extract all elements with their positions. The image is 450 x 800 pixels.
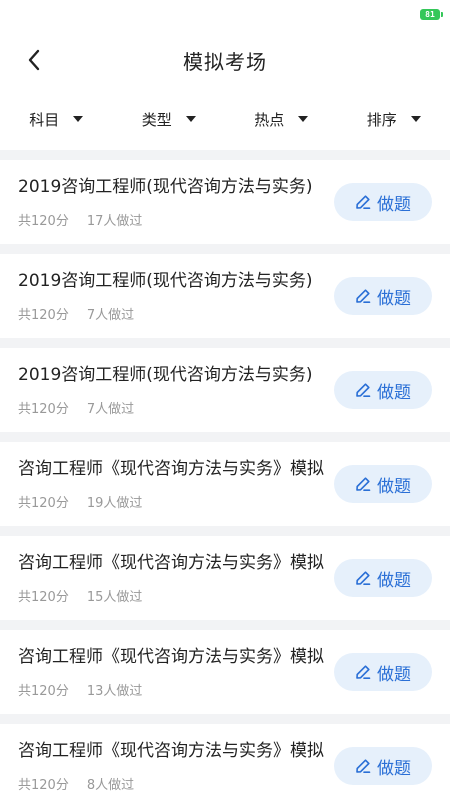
filter-label: 类型 xyxy=(141,110,172,129)
exam-attempt-count: 13人做过 xyxy=(86,683,143,699)
do-exam-label: 做题 xyxy=(377,570,411,591)
exam-title: 2019咨询工程师(现代咨询方法与实务) xyxy=(18,176,313,197)
pencil-icon xyxy=(356,759,371,773)
exam-meta: 共120分 7人做过 xyxy=(18,398,334,417)
exam-info: 2019咨询工程师(现代咨询方法与实务) 共120分 17人做过 xyxy=(18,176,334,229)
do-exam-label: 做题 xyxy=(377,476,411,497)
exam-total-score: 共120分 xyxy=(18,307,69,323)
do-exam-label: 做题 xyxy=(377,194,411,215)
exam-meta: 共120分 19人做过 xyxy=(18,492,334,511)
exam-info: 咨询工程师《现代咨询方法与实务》模拟 共120分 15人做过 xyxy=(18,552,334,605)
exam-total-score: 共120分 xyxy=(18,401,69,417)
exam-total-score: 共120分 xyxy=(18,495,69,511)
filter-label: 排序 xyxy=(366,110,397,129)
exam-info: 咨询工程师《现代咨询方法与实务》模拟 共120分 8人做过 xyxy=(18,740,334,793)
exam-info: 咨询工程师《现代咨询方法与实务》模拟 共120分 19人做过 xyxy=(18,458,334,511)
nav-bar: 模拟考场 xyxy=(0,32,450,88)
battery-level: 81 xyxy=(425,9,435,19)
caret-down-icon xyxy=(73,116,84,122)
exam-card[interactable]: 咨询工程师《现代咨询方法与实务》模拟 共120分 15人做过 做题 xyxy=(0,536,450,620)
do-exam-label: 做题 xyxy=(377,758,411,779)
exam-total-score: 共120分 xyxy=(18,213,69,229)
exam-info: 2019咨询工程师(现代咨询方法与实务) 共120分 7人做过 xyxy=(18,364,334,417)
exam-title: 咨询工程师《现代咨询方法与实务》模拟 xyxy=(18,646,324,667)
chevron-left-icon xyxy=(28,49,40,71)
pencil-icon xyxy=(356,477,371,491)
exam-info: 2019咨询工程师(现代咨询方法与实务) 共120分 7人做过 xyxy=(18,270,334,323)
do-exam-button[interactable]: 做题 xyxy=(334,559,432,597)
exam-title: 咨询工程师《现代咨询方法与实务》模拟 xyxy=(18,740,324,761)
exam-meta: 共120分 13人做过 xyxy=(18,680,334,699)
exam-meta: 共120分 15人做过 xyxy=(18,586,334,605)
exam-total-score: 共120分 xyxy=(18,683,69,699)
filter-subject[interactable]: 科目 xyxy=(0,109,113,130)
exam-card[interactable]: 咨询工程师《现代咨询方法与实务》模拟 共120分 19人做过 做题 xyxy=(0,442,450,526)
do-exam-label: 做题 xyxy=(377,288,411,309)
filter-sort[interactable]: 排序 xyxy=(338,109,450,130)
battery-icon: 81 xyxy=(420,9,443,20)
exam-list: 2019咨询工程师(现代咨询方法与实务) 共120分 17人做过 做题 2019… xyxy=(0,150,450,800)
exam-title: 咨询工程师《现代咨询方法与实务》模拟 xyxy=(18,458,324,479)
exam-attempt-count: 15人做过 xyxy=(86,589,143,605)
exam-attempt-count: 17人做过 xyxy=(86,213,143,229)
exam-info: 咨询工程师《现代咨询方法与实务》模拟 共120分 13人做过 xyxy=(18,646,334,699)
exam-attempt-count: 8人做过 xyxy=(86,777,135,793)
pencil-icon xyxy=(356,571,371,585)
filter-type[interactable]: 类型 xyxy=(113,109,226,130)
filter-label: 热点 xyxy=(254,110,285,129)
do-exam-button[interactable]: 做题 xyxy=(334,371,432,409)
caret-down-icon xyxy=(410,116,421,122)
exam-attempt-count: 7人做过 xyxy=(86,307,135,323)
exam-card[interactable]: 2019咨询工程师(现代咨询方法与实务) 共120分 7人做过 做题 xyxy=(0,348,450,432)
exam-attempt-count: 7人做过 xyxy=(86,401,135,417)
do-exam-button[interactable]: 做题 xyxy=(334,653,432,691)
do-exam-button[interactable]: 做题 xyxy=(334,465,432,503)
filter-bar: 科目 类型 热点 排序 xyxy=(0,88,450,150)
do-exam-label: 做题 xyxy=(377,382,411,403)
do-exam-label: 做题 xyxy=(377,664,411,685)
exam-total-score: 共120分 xyxy=(18,777,69,793)
exam-title: 2019咨询工程师(现代咨询方法与实务) xyxy=(18,364,313,385)
filter-label: 科目 xyxy=(29,110,60,129)
caret-down-icon xyxy=(298,116,309,122)
do-exam-button[interactable]: 做题 xyxy=(334,277,432,315)
exam-title: 2019咨询工程师(现代咨询方法与实务) xyxy=(18,270,313,291)
exam-title: 咨询工程师《现代咨询方法与实务》模拟 xyxy=(18,552,324,573)
exam-card[interactable]: 2019咨询工程师(现代咨询方法与实务) 共120分 7人做过 做题 xyxy=(0,254,450,338)
exam-meta: 共120分 7人做过 xyxy=(18,304,334,323)
exam-total-score: 共120分 xyxy=(18,589,69,605)
pencil-icon xyxy=(356,289,371,303)
exam-card[interactable]: 咨询工程师《现代咨询方法与实务》模拟 共120分 13人做过 做题 xyxy=(0,630,450,714)
page-title: 模拟考场 xyxy=(183,49,267,74)
status-bar: 81 xyxy=(0,0,450,32)
do-exam-button[interactable]: 做题 xyxy=(334,747,432,785)
pencil-icon xyxy=(356,195,371,209)
exam-meta: 共120分 17人做过 xyxy=(18,210,334,229)
exam-attempt-count: 19人做过 xyxy=(86,495,143,511)
exam-card[interactable]: 咨询工程师《现代咨询方法与实务》模拟 共120分 8人做过 做题 xyxy=(0,724,450,800)
filter-hot[interactable]: 热点 xyxy=(225,109,338,130)
do-exam-button[interactable]: 做题 xyxy=(334,183,432,221)
pencil-icon xyxy=(356,383,371,397)
exam-card[interactable]: 2019咨询工程师(现代咨询方法与实务) 共120分 17人做过 做题 xyxy=(0,160,450,244)
caret-down-icon xyxy=(185,116,196,122)
exam-meta: 共120分 8人做过 xyxy=(18,774,334,793)
pencil-icon xyxy=(356,665,371,679)
back-button[interactable] xyxy=(18,44,50,76)
